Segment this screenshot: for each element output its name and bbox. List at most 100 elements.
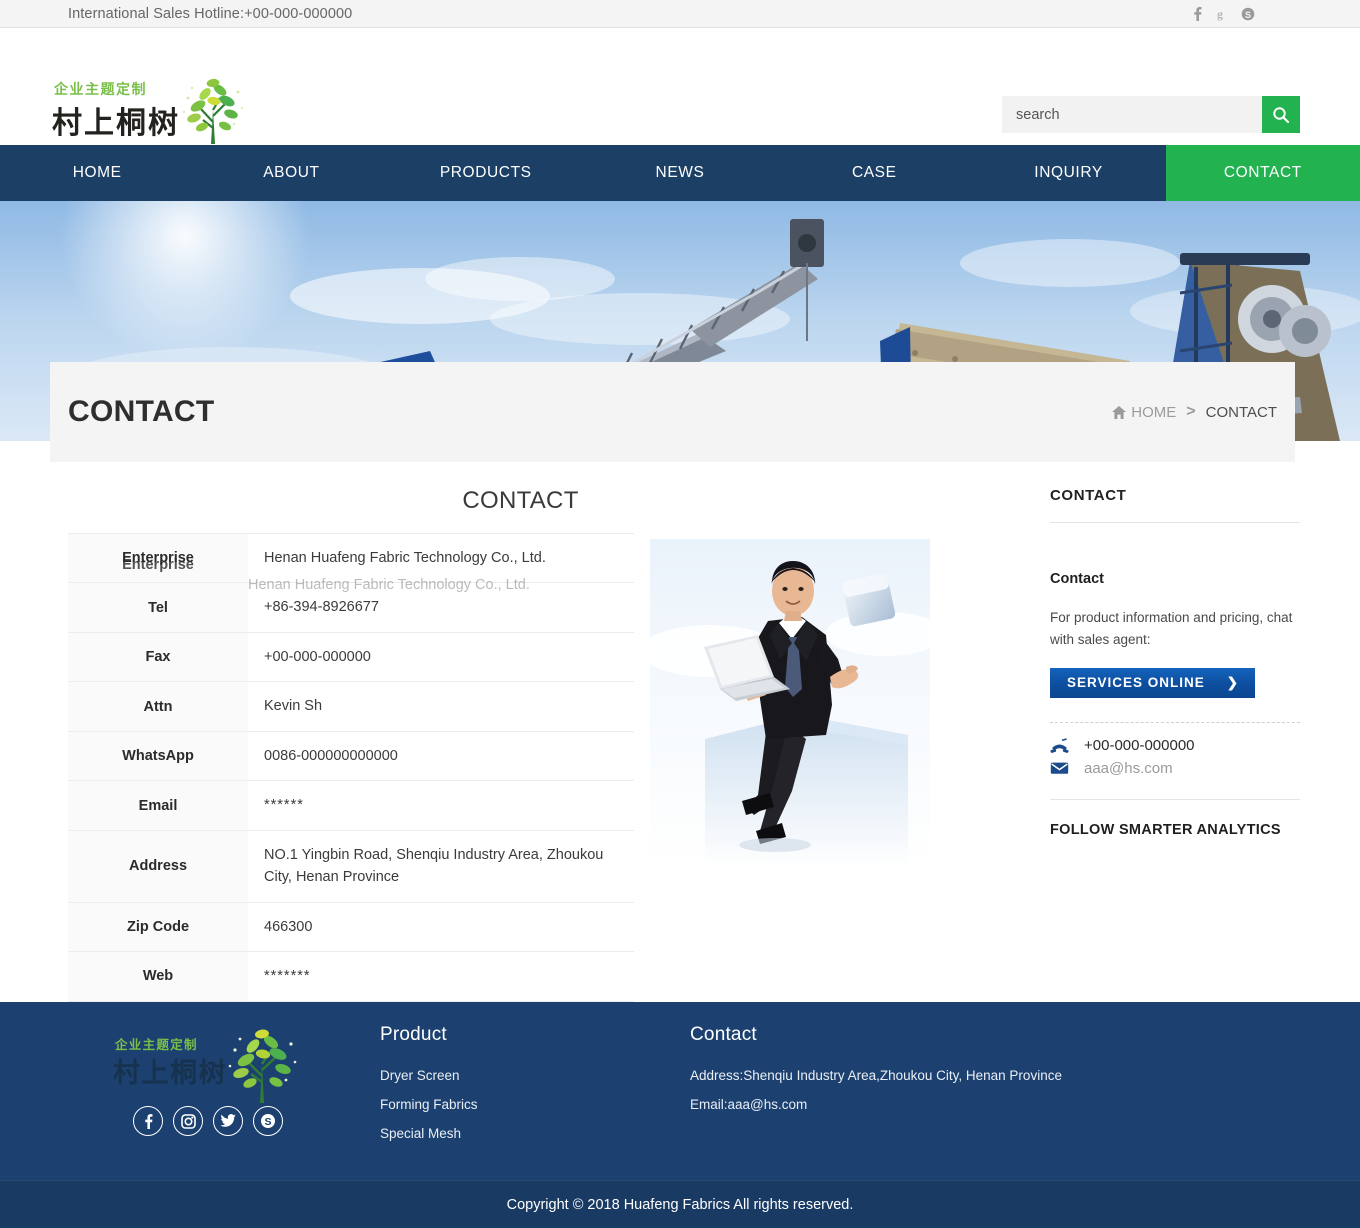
tree-logo-icon xyxy=(228,1029,297,1103)
main-content: CONTACT Enterprise Enterprise Henan Huaf… xyxy=(0,462,1360,1002)
nav-item-about[interactable]: ABOUT xyxy=(194,145,388,201)
footer-social-links: S xyxy=(133,1106,283,1136)
table-row: Email ****** xyxy=(68,780,634,831)
contact-section: CONTACT Enterprise Enterprise Henan Huaf… xyxy=(68,487,973,1002)
businessman-with-laptop-image xyxy=(650,539,930,869)
row-value-attn: Kevin Sh xyxy=(264,698,323,715)
contact-details-table: Enterprise Enterprise Henan Huafeng Fabr… xyxy=(68,533,634,1002)
site-logo[interactable]: 企业主题定制 村上桐树 xyxy=(50,70,255,148)
google-plus-icon[interactable]: g xyxy=(1215,6,1230,21)
footer-product-title: Product xyxy=(380,1024,447,1045)
services-online-label: SERVICES ONLINE xyxy=(1067,675,1205,691)
svg-text:S: S xyxy=(1244,10,1250,20)
footer-product-item-forming-fabrics[interactable]: Forming Fabrics xyxy=(380,1097,478,1112)
footer-contact-column: Contact Address:Shenqiu Industry Area,Zh… xyxy=(690,1024,1062,1112)
facebook-icon[interactable] xyxy=(133,1106,163,1136)
page-title: CONTACT xyxy=(68,395,215,428)
sidebar-dashed-divider xyxy=(1050,721,1300,723)
row-label-enterprise-text: Enterprise xyxy=(122,550,194,567)
sidebar-description: For product information and pricing, cha… xyxy=(1050,610,1293,648)
search-button[interactable] xyxy=(1262,96,1300,133)
footer-logo[interactable]: 企业主题定制 村上桐树 xyxy=(110,1022,310,1112)
skype-icon[interactable]: S xyxy=(1240,6,1255,21)
envelope-icon xyxy=(1050,761,1070,775)
row-value-zip-code: 466300 xyxy=(264,918,313,935)
row-label-address: Address xyxy=(68,830,248,903)
row-label-attn: Attn xyxy=(68,681,248,732)
footer-product-column: Product Dryer Screen Forming Fabrics Spe… xyxy=(380,1024,478,1155)
sidebar-phone-value[interactable]: +00-000-000000 xyxy=(1084,737,1195,754)
hotline-text: International Sales Hotline:+00-000-0000… xyxy=(68,5,353,22)
sidebar-title: CONTACT xyxy=(1050,487,1300,523)
nav-item-home[interactable]: HOME xyxy=(0,145,194,201)
breadcrumb-separator: > xyxy=(1186,403,1196,420)
breadcrumb-home-label: HOME xyxy=(1131,403,1177,421)
sidebar-email-row: aaa@hs.com xyxy=(1050,760,1300,777)
sidebar-follow-title: FOLLOW SMARTER ANALYTICS xyxy=(1050,821,1281,838)
row-label-tel: Tel xyxy=(68,582,248,633)
nav-item-news[interactable]: NEWS xyxy=(583,145,777,201)
site-header: 企业主题定制 村上桐树 xyxy=(0,28,1360,145)
row-value-tel: +86-394-8926677 xyxy=(264,599,379,616)
footer-product-item-dryer-screen[interactable]: Dryer Screen xyxy=(380,1068,478,1083)
logo-tagline: 企业主题定制 xyxy=(54,82,147,98)
footer-contact-title: Contact xyxy=(690,1024,757,1045)
main-navigation: HOME ABOUT PRODUCTS NEWS CASE INQUIRY CO… xyxy=(0,145,1360,201)
row-value-web: ******* xyxy=(264,968,311,985)
row-value-fax: +00-000-000000 xyxy=(264,648,371,665)
footer-logo-name: 村上桐树 xyxy=(113,1058,227,1089)
nav-item-inquiry[interactable]: INQUIRY xyxy=(971,145,1165,201)
svg-text:g: g xyxy=(1217,7,1223,21)
tree-logo-icon xyxy=(182,78,244,144)
table-row: Fax +00-000-000000 xyxy=(68,632,634,682)
top-social-links: g S xyxy=(1190,6,1340,21)
row-value-enterprise: Henan Huafeng Fabric Technology Co., Ltd… xyxy=(248,534,634,593)
twitter-icon[interactable] xyxy=(213,1106,243,1136)
row-value-email: ****** xyxy=(264,797,304,814)
sidebar-phone-row: +00-000-000000 xyxy=(1050,737,1300,754)
row-value-enterprise-text: Henan Huafeng Fabric Technology Co., Ltd… xyxy=(264,550,546,566)
table-row: Address NO.1 Yingbin Road, Shenqiu Indus… xyxy=(68,830,634,903)
breadcrumb-current: CONTACT xyxy=(1205,403,1277,421)
logo-name: 村上桐树 xyxy=(52,106,180,141)
row-label-web: Web xyxy=(68,951,248,1002)
copyright-text: Copyright © 2018 Huafeng Fabrics All rig… xyxy=(506,1196,854,1213)
row-label-zip-code: Zip Code xyxy=(68,902,248,952)
contact-heading: CONTACT xyxy=(462,487,579,514)
table-row: Attn Kevin Sh xyxy=(68,681,634,732)
svg-text:S: S xyxy=(264,1116,271,1128)
nav-item-contact[interactable]: CONTACT xyxy=(1165,145,1360,201)
site-footer: 企业主题定制 村上桐树 S Product Dryer Screen Formi… xyxy=(0,1002,1360,1228)
row-label-email: Email xyxy=(68,780,248,831)
breadcrumb-home[interactable]: HOME xyxy=(1112,404,1176,421)
footer-contact-address: Address:Shenqiu Industry Area,Zhoukou Ci… xyxy=(690,1068,1062,1083)
table-row: Tel +86-394-8926677 xyxy=(68,582,634,633)
table-row: Web ******* xyxy=(68,951,634,1002)
copyright-bar: Copyright © 2018 Huafeng Fabrics All rig… xyxy=(0,1180,1360,1228)
skype-icon[interactable]: S xyxy=(253,1106,283,1136)
search-bar xyxy=(1002,96,1300,133)
instagram-icon[interactable] xyxy=(173,1106,203,1136)
row-label-fax: Fax xyxy=(68,632,248,682)
facebook-icon[interactable] xyxy=(1190,6,1205,21)
table-row: WhatsApp 0086-000000000000 xyxy=(68,731,634,781)
search-input[interactable] xyxy=(1002,96,1262,133)
sidebar-subtitle: Contact xyxy=(1050,571,1104,587)
nav-item-case[interactable]: CASE xyxy=(777,145,971,201)
telephone-icon xyxy=(1050,737,1070,753)
row-label-whatsapp: WhatsApp xyxy=(68,731,248,781)
footer-product-list: Dryer Screen Forming Fabrics Special Mes… xyxy=(380,1068,478,1141)
chevron-right-icon: ❯ xyxy=(1226,674,1240,690)
page-title-bar: CONTACT HOME > CONTACT xyxy=(50,362,1295,462)
sidebar-email-value[interactable]: aaa@hs.com xyxy=(1084,760,1173,777)
table-row: Enterprise Enterprise Henan Huafeng Fabr… xyxy=(68,533,634,593)
table-row: Zip Code 466300 xyxy=(68,902,634,952)
sidebar-divider xyxy=(1050,798,1300,800)
row-value-whatsapp: 0086-000000000000 xyxy=(264,747,398,764)
row-label-enterprise: Enterprise Enterprise xyxy=(68,533,248,583)
home-icon xyxy=(1112,405,1127,419)
nav-item-products[interactable]: PRODUCTS xyxy=(389,145,583,201)
footer-product-item-special-mesh[interactable]: Special Mesh xyxy=(380,1126,478,1141)
services-online-button[interactable]: SERVICES ONLINE ❯ xyxy=(1050,667,1256,698)
footer-contact-email[interactable]: Email:aaa@hs.com xyxy=(690,1097,1062,1112)
